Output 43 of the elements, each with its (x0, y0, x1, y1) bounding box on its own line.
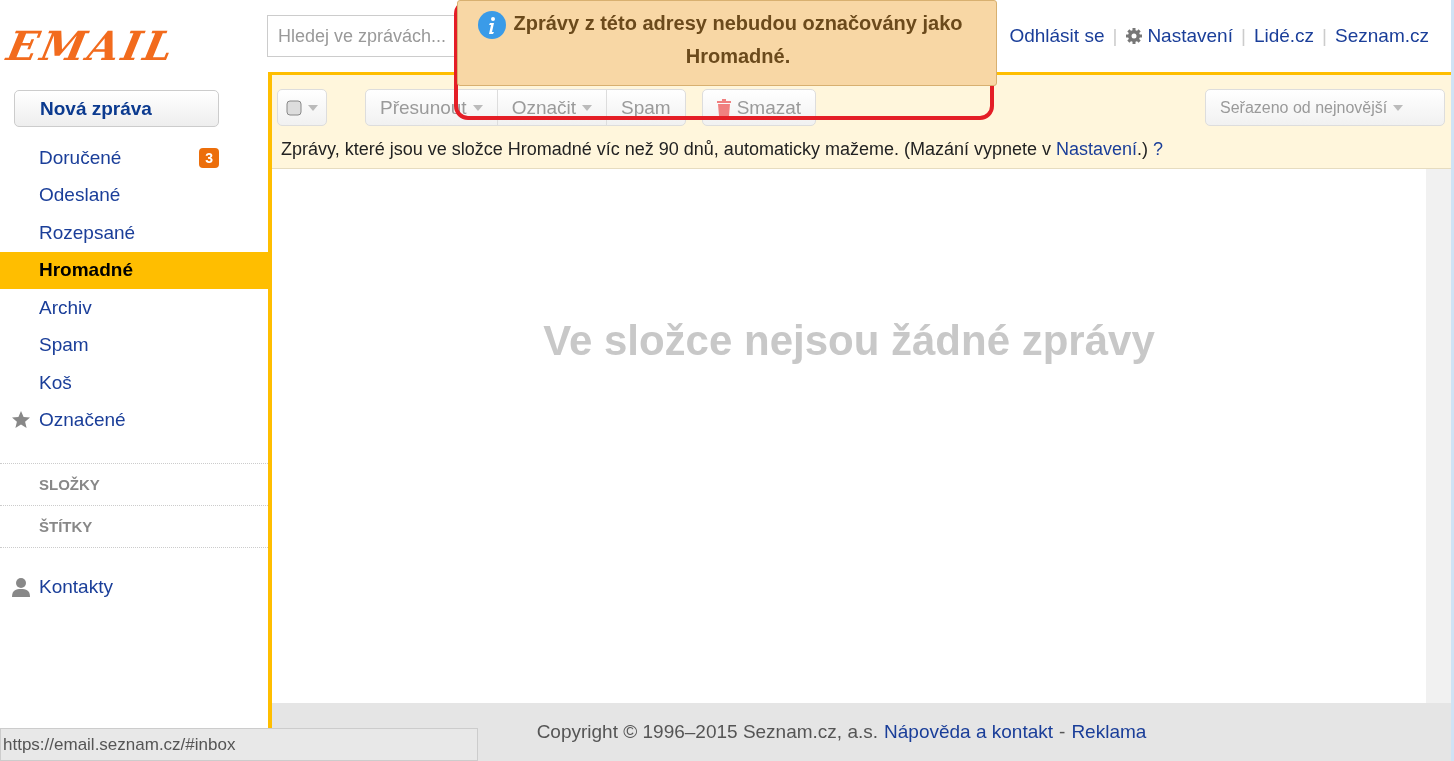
toast-text: Zprávy z této adresy nebudou označovány jako Hromadné. (512, 11, 964, 69)
scrollbar[interactable] (1426, 169, 1451, 703)
search-field[interactable]: Hledej ve zprávách... (267, 15, 457, 57)
folder-item[interactable]: Archiv (0, 289, 268, 327)
folder-item[interactable]: Odeslané (0, 176, 268, 214)
section-header[interactable]: ŠTÍTKY (0, 505, 268, 547)
settings-link[interactable]: Nastavení (1125, 25, 1233, 47)
caret-icon (1393, 104, 1404, 111)
folder-item[interactable]: Doručené 3 (0, 139, 268, 177)
button-label: Spam (621, 96, 671, 119)
folder-item[interactable]: Koš (0, 364, 268, 402)
help-link[interactable]: ? (1153, 139, 1164, 159)
caret-icon (582, 104, 593, 111)
section-header[interactable]: SLOŽKY (0, 463, 268, 505)
footer-link[interactable]: Nápověda a kontakt (884, 721, 1054, 743)
caret-icon (308, 104, 318, 111)
folder-item[interactable]: Hromadné (0, 251, 268, 289)
checkbox-icon (286, 99, 302, 116)
separator-text: | (1240, 25, 1246, 47)
footer-link[interactable]: Reklama (1071, 721, 1147, 743)
info-icon (478, 11, 506, 39)
folder-item[interactable]: Rozepsané (0, 214, 268, 252)
separator-text: - (1059, 721, 1066, 743)
settings-link[interactable]: Nastavení (1056, 139, 1138, 159)
caret-icon (472, 104, 483, 111)
header-link[interactable]: Odhlásit se (1009, 25, 1105, 47)
notice-text: Zprávy, které jsou ve složce Hromadné víc než 90 dnů, automaticky mažeme. (Mazání vypnete v Nastavení.) ? (281, 139, 1164, 159)
separator-text: | (1322, 25, 1327, 47)
status-url: https://email.seznam.cz/#inbox (0, 728, 478, 761)
folder-item[interactable]: Spam (0, 326, 268, 364)
header-link[interactable]: Seznam.cz (1335, 25, 1429, 47)
header-link[interactable]: Lidé.cz (1253, 25, 1315, 47)
copyright-text: Copyright © 1996–2015 Seznam.cz, a.s. (536, 721, 879, 743)
gear-icon (1125, 27, 1144, 45)
separator-text: | (1112, 25, 1118, 47)
contacts-link[interactable]: Kontakty (0, 547, 268, 626)
star-icon (11, 410, 31, 431)
unread-count: 3 (199, 147, 219, 168)
compose-button[interactable]: Nová zpráva (14, 90, 219, 127)
person-icon (11, 577, 31, 597)
select-all-checkbox[interactable] (277, 89, 327, 126)
folder-item[interactable]: Označené (0, 401, 268, 439)
trash-icon (716, 99, 731, 116)
